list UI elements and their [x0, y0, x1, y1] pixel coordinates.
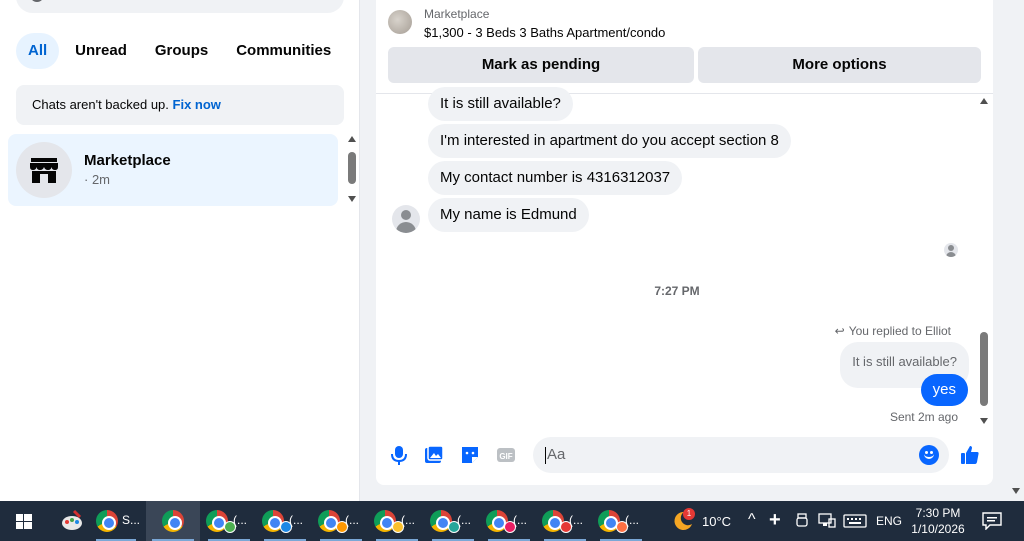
- chrome-icon: [96, 510, 118, 532]
- start-button[interactable]: [0, 501, 48, 541]
- chevron-up-icon[interactable]: ^: [748, 511, 756, 529]
- taskbar: S... (... (... (... (... (... (... (... …: [0, 501, 1024, 541]
- windows-icon: [16, 514, 32, 529]
- filter-groups[interactable]: Groups: [143, 33, 220, 69]
- taskbar-chrome-window[interactable]: (...: [202, 501, 256, 541]
- taskbar-chrome-window[interactable]: (...: [370, 501, 424, 541]
- reply-arrow-icon: ↩: [834, 324, 845, 338]
- listing-source: Marketplace: [424, 7, 490, 21]
- chat-time: · 2m: [84, 172, 110, 187]
- taskbar-chrome-window[interactable]: (...: [258, 501, 312, 541]
- message-input[interactable]: Aa: [533, 437, 949, 473]
- weather-widget[interactable]: 1 10°C: [664, 501, 734, 541]
- scrollbar-thumb[interactable]: [980, 332, 988, 406]
- taskbar-app-label: (...: [513, 513, 527, 527]
- paint-app-icon: [62, 509, 82, 530]
- taskbar-chrome-active[interactable]: [146, 501, 200, 541]
- chat-name: Marketplace: [84, 152, 171, 169]
- text-caret: [545, 446, 546, 464]
- filter-communities[interactable]: Communities: [224, 33, 343, 69]
- sticker-icon[interactable]: [459, 444, 481, 466]
- taskbar-app-paint[interactable]: [52, 501, 90, 541]
- keyboard-icon[interactable]: [843, 514, 867, 528]
- avatar: [16, 142, 72, 198]
- search-input[interactable]: [16, 0, 344, 13]
- taskbar-chrome-window[interactable]: (...: [594, 501, 648, 541]
- listing-thumbnail[interactable]: [388, 10, 412, 34]
- seen-indicator-avatar: [944, 243, 958, 257]
- message-bubble[interactable]: It is still available?: [428, 87, 573, 121]
- taskbar-chrome-s[interactable]: S...: [90, 501, 142, 541]
- storefront-icon: [30, 158, 58, 183]
- reply-context: ↩ You replied to Elliot: [835, 324, 951, 338]
- conversation-header: Marketplace $1,300 - 3 Beds 3 Baths Apar…: [376, 0, 993, 94]
- taskbar-app-label: (...: [289, 513, 303, 527]
- message-status: Sent 2m ago: [889, 410, 958, 424]
- message-composer: GIF Aa: [376, 432, 993, 478]
- message-timestamp: 7:27 PM: [654, 284, 700, 298]
- filter-unread[interactable]: Unread: [63, 33, 139, 69]
- taskbar-app-label: (...: [401, 513, 415, 527]
- temperature: 10°C: [702, 514, 732, 529]
- thumbs-up-icon[interactable]: [959, 444, 981, 466]
- message-bubble[interactable]: My name is Edmund: [428, 198, 589, 232]
- message-scrollbar[interactable]: [979, 98, 989, 424]
- backup-notice-text: Chats aren't backed up.: [32, 97, 169, 112]
- usb-icon[interactable]: [795, 513, 809, 529]
- taskbar-chrome-window[interactable]: (...: [538, 501, 592, 541]
- taskbar-app-label: (...: [457, 513, 471, 527]
- reply-context-text: You replied to Elliot: [848, 324, 951, 338]
- svg-text:GIF: GIF: [499, 452, 512, 461]
- microphone-icon[interactable]: [388, 444, 410, 466]
- search-icon: [30, 0, 44, 2]
- outgoing-message-bubble[interactable]: yes: [920, 374, 968, 406]
- photo-icon[interactable]: [423, 444, 445, 466]
- more-options-button[interactable]: More options: [698, 47, 981, 83]
- message-list: It is still available? I'm interested in…: [376, 87, 993, 430]
- scroll-up-icon[interactable]: [348, 136, 356, 142]
- notification-center-icon[interactable]: [982, 512, 1002, 530]
- sender-avatar[interactable]: [392, 205, 420, 233]
- chat-list-scrollbar[interactable]: [347, 136, 357, 202]
- clock-date: 1/10/2026: [911, 522, 965, 536]
- scroll-down-icon[interactable]: [980, 418, 988, 424]
- taskbar-chrome-window[interactable]: (...: [482, 501, 536, 541]
- taskbar-chrome-window[interactable]: (...: [314, 501, 368, 541]
- conversation-panel: Marketplace $1,300 - 3 Beds 3 Baths Apar…: [376, 0, 993, 485]
- clock-time: 7:30 PM: [915, 506, 961, 520]
- scroll-up-icon[interactable]: [980, 98, 988, 104]
- scroll-down-icon[interactable]: [348, 196, 356, 202]
- message-bubble[interactable]: My contact number is 4316312037: [428, 161, 683, 195]
- taskbar-app-label: (...: [569, 513, 583, 527]
- backup-notice: Chats aren't backed up. Fix now: [16, 85, 344, 125]
- chrome-icon: [162, 510, 184, 532]
- taskbar-app-label: (...: [345, 513, 359, 527]
- chat-item-marketplace[interactable]: Marketplace · 2m: [8, 134, 338, 206]
- language-indicator[interactable]: ENG: [876, 514, 902, 528]
- message-bubble[interactable]: I'm interested in apartment do you accep…: [428, 124, 791, 158]
- plus-icon[interactable]: +: [769, 509, 781, 532]
- taskbar-app-label: (...: [233, 513, 247, 527]
- message-input-placeholder: Aa: [547, 446, 566, 463]
- chat-list-panel: All Unread Groups Communities Chats aren…: [0, 0, 360, 501]
- gif-icon[interactable]: GIF: [495, 444, 517, 466]
- fix-now-link[interactable]: Fix now: [173, 97, 221, 112]
- filter-all[interactable]: All: [16, 33, 60, 69]
- scrollbar-thumb[interactable]: [348, 152, 356, 184]
- emoji-icon[interactable]: [919, 445, 939, 465]
- page-scroll-down-icon[interactable]: [1012, 488, 1020, 494]
- listing-title[interactable]: $1,300 - 3 Beds 3 Baths Apartment/condo: [424, 25, 665, 40]
- weather-notification-badge: 1: [683, 508, 695, 520]
- taskbar-chrome-window[interactable]: (...: [426, 501, 480, 541]
- network-icon[interactable]: [818, 513, 836, 529]
- chat-filters: All Unread Groups Communities: [16, 33, 343, 69]
- system-clock[interactable]: 7:30 PM 1/10/2026: [905, 505, 971, 537]
- taskbar-app-label: S...: [122, 513, 141, 527]
- mark-as-pending-button[interactable]: Mark as pending: [388, 47, 694, 83]
- taskbar-app-label: (...: [625, 513, 639, 527]
